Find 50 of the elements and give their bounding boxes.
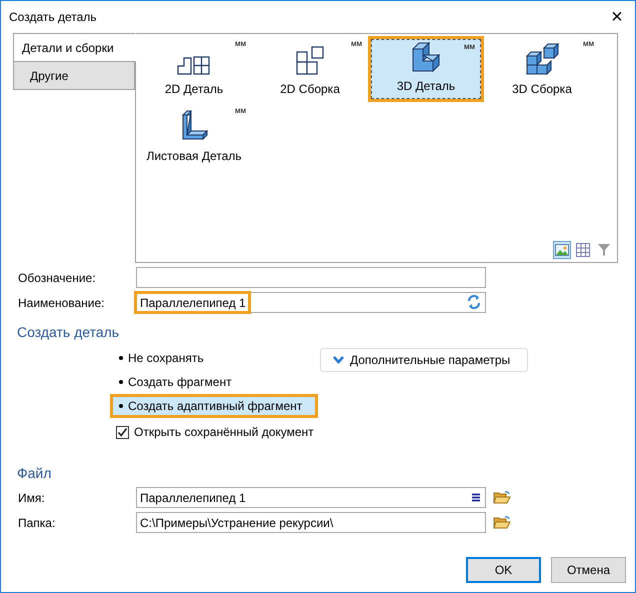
template-tile[interactable]: мм 3D Деталь [368, 36, 484, 102]
grid-view-icon[interactable] [574, 241, 592, 259]
units-label: мм [235, 38, 246, 50]
option-item[interactable]: Не сохранять [110, 346, 318, 370]
template-label: 3D Деталь [396, 78, 456, 95]
option-item[interactable]: Создать адаптивный фрагмент [110, 394, 318, 418]
field-label: Обозначение: [17, 270, 97, 286]
template-tile[interactable]: мм 3D Сборка [484, 36, 600, 102]
field-label: Папка: [17, 514, 56, 532]
cubes-icon [524, 42, 560, 76]
units-label: мм [464, 41, 475, 53]
window-title: Создать деталь [9, 8, 97, 26]
units-label: мм [583, 38, 594, 50]
text-field[interactable]: Параллелепипед 1 [136, 487, 486, 508]
cancel-button[interactable]: Отмена [551, 557, 626, 583]
section-heading: Файл [16, 464, 52, 483]
checkbox[interactable] [116, 426, 129, 438]
expander-button[interactable]: Дополнительные параметры [320, 348, 528, 372]
chevron-icon [333, 356, 344, 364]
refresh-icon[interactable] [466, 294, 482, 310]
field-label: Наименование: [17, 294, 106, 312]
option-item[interactable]: Создать фрагмент [110, 370, 318, 394]
template-tile[interactable]: мм Листовая Деталь [136, 103, 252, 169]
block-icon [409, 39, 443, 73]
template-tile[interactable]: мм 2D Деталь [136, 36, 252, 102]
tab[interactable]: Детали и сборки [13, 33, 136, 62]
squares-icon [295, 46, 325, 76]
text-field[interactable] [136, 267, 486, 288]
template-label: Листовая Деталь [146, 148, 242, 165]
checkbox-label: Открыть сохранённый документ [134, 424, 314, 441]
bent-plate-icon [179, 109, 209, 143]
outline-shapes-icon [176, 54, 212, 76]
folder-icon[interactable] [493, 515, 511, 530]
folder-icon[interactable] [493, 490, 511, 505]
units-label: мм [351, 38, 362, 50]
filter-icon[interactable] [595, 241, 613, 259]
ok-button[interactable]: OK [466, 557, 541, 583]
text-field[interactable]: Параллелепипед 1 [136, 292, 486, 313]
close-button[interactable]: × [607, 6, 627, 28]
units-label: мм [235, 105, 246, 117]
field-label: Имя: [17, 490, 46, 506]
section-heading: Создать деталь [16, 323, 120, 342]
template-tile[interactable]: мм 2D Сборка [252, 36, 368, 102]
template-label: 3D Сборка [512, 81, 572, 98]
list-icon[interactable] [471, 493, 481, 502]
tab[interactable]: Другие [13, 62, 135, 90]
text-field[interactable]: C:\Примеры\Устранение рекурсии\ [136, 512, 486, 533]
picture-view-icon[interactable] [553, 241, 571, 259]
template-label: 2D Сборка [280, 81, 340, 98]
template-label: 2D Деталь [164, 81, 224, 98]
